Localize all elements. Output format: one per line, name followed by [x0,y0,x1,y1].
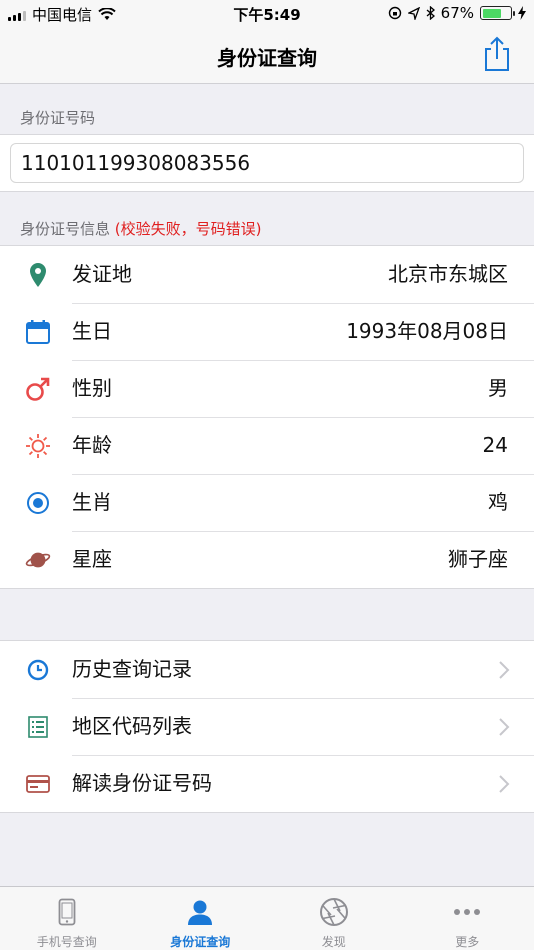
row-value: 1993年08月08日 [346,319,508,343]
id-section-title: 身份证号码 [20,109,96,127]
tab-more[interactable]: 更多 [401,887,534,950]
row-label: 年龄 [72,433,112,457]
calendar-icon [25,319,51,345]
tab-id-lookup[interactable]: 身份证查询 [134,887,268,950]
row-value: 男 [488,376,508,400]
id-input-container [0,134,534,192]
more-dots-icon [452,897,482,927]
sun-icon [25,433,51,459]
chevron-right-icon [499,775,510,793]
location-arrow-icon [407,6,420,20]
zodiac-target-icon [25,490,51,516]
menu-item-region-codes[interactable]: 地区代码列表 [0,698,534,755]
battery-icon [480,6,515,20]
menu-item-label: 历史查询记录 [72,657,192,681]
page-title: 身份证查询 [217,46,317,70]
row-label: 发证地 [72,262,132,286]
validation-error-text: (校验失败，号码错误) [114,220,262,238]
phone-icon [52,897,82,927]
row-label: 生肖 [72,490,112,514]
id-section-header: 身份证号码 [20,107,95,128]
info-row-age: 年龄 24 [0,417,534,474]
menu-item-label: 解读身份证号码 [72,771,212,795]
row-label: 星座 [72,547,112,571]
row-label: 性别 [72,376,112,400]
status-bar: 中国电信 下午5:49 67% [0,0,534,28]
info-row-issue-place: 发证地 北京市东城区 [0,246,534,303]
tab-label: 身份证查询 [170,935,231,949]
charging-bolt-icon [518,6,526,20]
row-value: 鸡 [488,490,508,514]
male-icon [25,376,51,402]
info-row-zodiac: 生肖 鸡 [0,474,534,531]
orientation-lock-icon [388,6,401,20]
tab-label: 更多 [455,935,480,949]
id-card-icon [25,771,51,797]
tab-discover[interactable]: 发现 [267,887,401,950]
clock-icon [25,657,51,683]
menu-item-label: 地区代码列表 [72,714,192,738]
battery-percent: 67% [440,4,474,22]
tab-label: 手机号查询 [36,935,97,949]
info-section-header: 身份证号信息 (校验失败，号码错误) [20,218,262,239]
info-section-title: 身份证号信息 [20,220,111,238]
location-pin-icon [25,262,51,288]
info-row-constellation: 星座 狮子座 [0,531,534,588]
row-label: 生日 [72,319,112,343]
tab-label: 发现 [321,935,346,949]
status-right: 67% [388,4,526,22]
list-icon [25,714,51,740]
battery-level [482,8,501,18]
row-value: 狮子座 [448,547,508,571]
menu-item-history[interactable]: 历史查询记录 [0,641,534,698]
info-list: 发证地 北京市东城区 生日 1993年08月08日 性别 男 年龄 24 生肖 … [0,245,534,589]
tab-phone-lookup[interactable]: 手机号查询 [0,887,134,950]
menu-item-decode-id[interactable]: 解读身份证号码 [0,755,534,812]
planet-icon [25,547,51,573]
info-row-gender: 性别 男 [0,360,534,417]
share-button[interactable] [482,36,512,72]
bluetooth-icon [426,6,435,20]
menu-list: 历史查询记录 地区代码列表 解读身份证号码 [0,640,534,813]
id-number-input[interactable] [10,143,524,183]
aperture-icon [319,897,349,927]
person-icon [185,897,215,927]
tab-bar: 手机号查询 身份证查询 发现 更多 [0,886,534,950]
info-row-birthday: 生日 1993年08月08日 [0,303,534,360]
row-value: 北京市东城区 [388,262,508,286]
chevron-right-icon [499,661,510,679]
row-value: 24 [482,433,508,457]
chevron-right-icon [499,718,510,736]
nav-bar: 身份证查询 [0,28,534,84]
